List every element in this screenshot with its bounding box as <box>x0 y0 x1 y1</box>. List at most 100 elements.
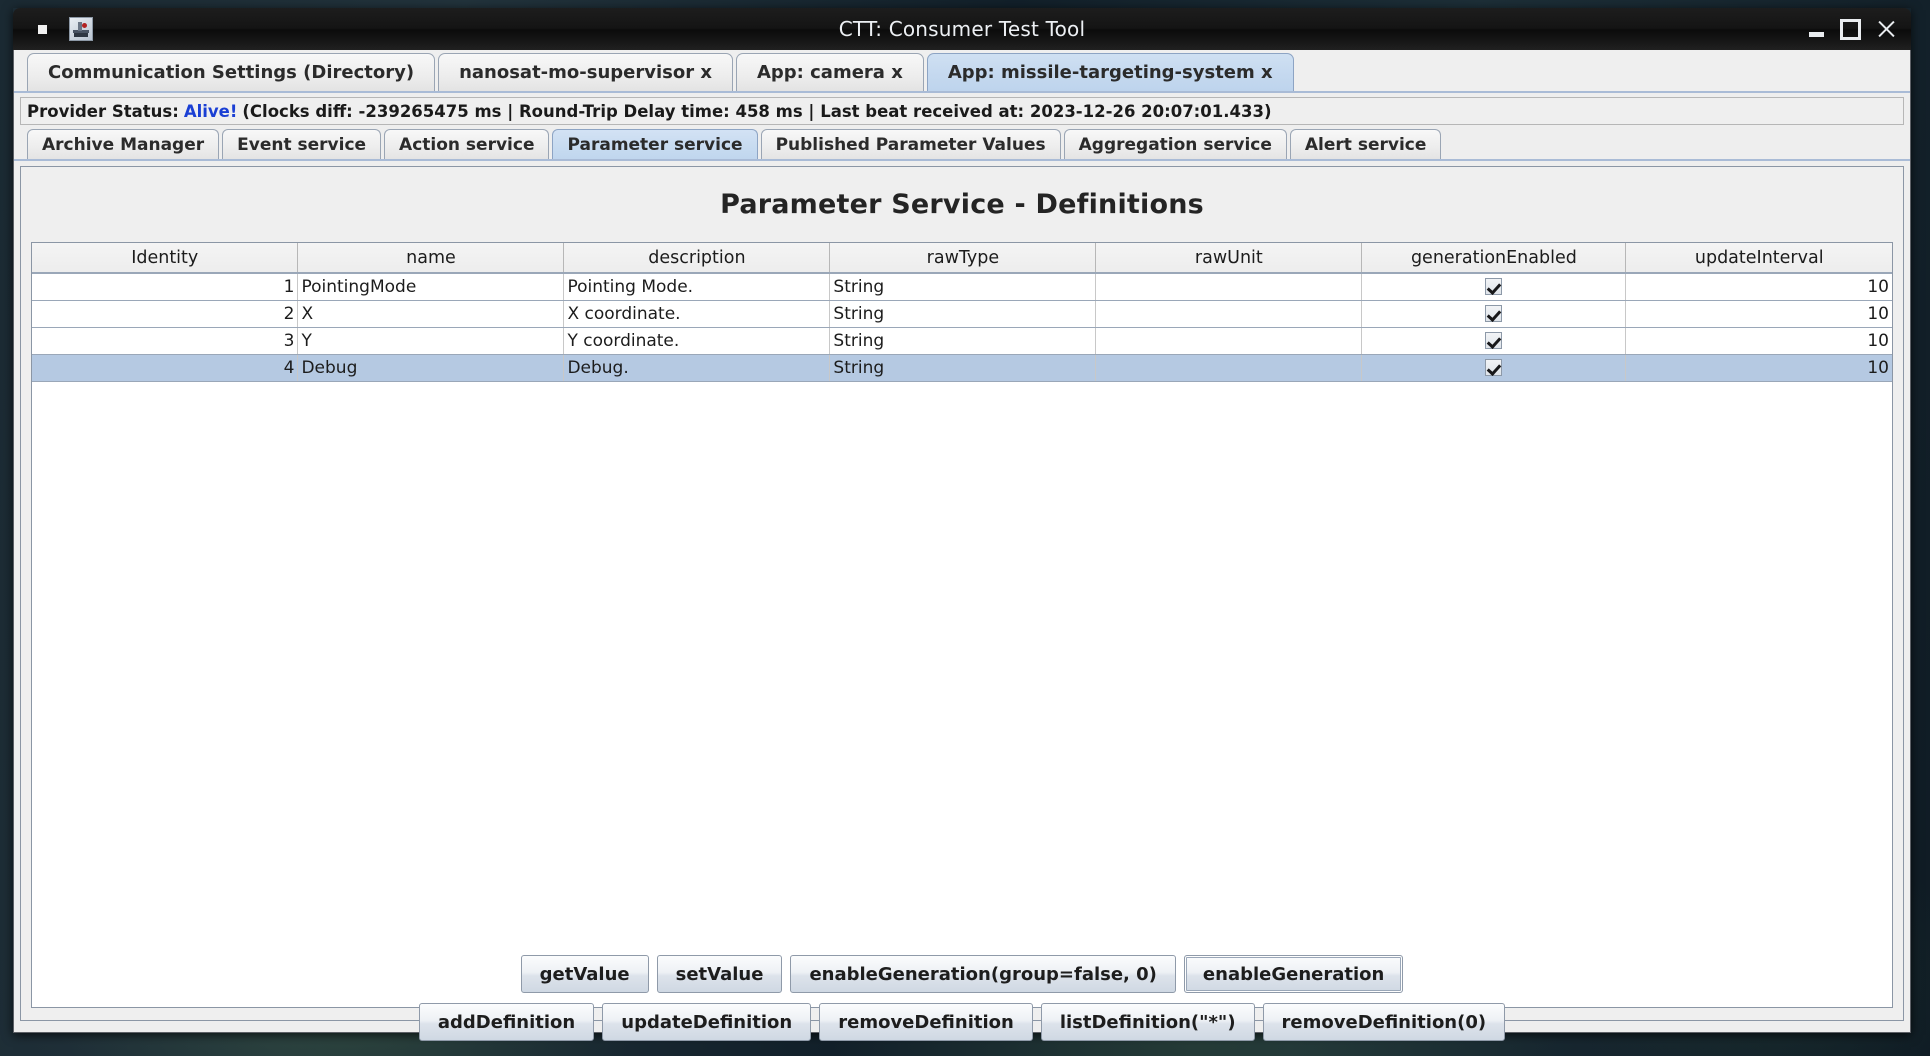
cell-name: X <box>297 300 565 328</box>
checkbox-checked-icon[interactable] <box>1485 305 1503 322</box>
column-header-rawtype[interactable]: rawType <box>829 243 1097 274</box>
enable-generation-button[interactable]: enableGeneration <box>1183 955 1404 993</box>
cell-rawunit <box>1095 327 1363 355</box>
remove-definition-button[interactable]: removeDefinition <box>819 1003 1033 1041</box>
enable-generation-group-button[interactable]: enableGeneration(group=false, 0) <box>790 955 1176 993</box>
cell-identity: 4 <box>32 354 299 382</box>
provider-status-details: (Clocks diff: -239265475 ms | Round-Trip… <box>242 101 1272 121</box>
tab-label: Communication Settings (Directory) <box>48 62 415 83</box>
window-titlebar[interactable]: CTT: Consumer Test Tool <box>13 8 1911 50</box>
cell-rawunit <box>1095 273 1363 301</box>
action-buttons: getValue setValue enableGeneration(group… <box>20 955 1904 1041</box>
window-menu-dot-icon <box>38 24 47 34</box>
column-header-rawunit[interactable]: rawUnit <box>1095 243 1363 274</box>
provider-status-state: Alive! <box>183 101 238 121</box>
cell-updateinterval: 10 <box>1625 354 1892 382</box>
action-buttons-row-1: getValue setValue enableGeneration(group… <box>20 955 1904 993</box>
cell-identity: 2 <box>32 300 299 328</box>
button-label: getValue <box>539 963 630 985</box>
tab-alert-service[interactable]: Alert service <box>1289 129 1442 159</box>
checkbox-checked-icon[interactable] <box>1485 278 1503 296</box>
app-icon <box>69 17 93 41</box>
tab-aggregation-service[interactable]: Aggregation service <box>1063 129 1287 159</box>
subtab-label: Action service <box>399 134 535 155</box>
button-label: addDefinition <box>437 1011 576 1033</box>
screen: CTT: Consumer Test Tool Communication Se… <box>0 0 1930 1056</box>
action-buttons-row-2: addDefinition updateDefinition removeDef… <box>20 1003 1904 1041</box>
cell-rawtype: String <box>829 300 1097 328</box>
tab-nanosat-mo-supervisor[interactable]: nanosat-mo-supervisor x <box>438 53 733 91</box>
parameter-definitions-table-container[interactable]: Identity name description rawType rawUni… <box>31 242 1893 1008</box>
get-value-button[interactable]: getValue <box>520 955 649 993</box>
tab-action-service[interactable]: Action service <box>384 129 550 159</box>
cell-name: Y <box>297 327 565 355</box>
tab-communication-settings[interactable]: Communication Settings (Directory) <box>27 53 436 91</box>
table-header-row: Identity name description rawType rawUni… <box>32 243 1892 274</box>
subtab-label: Archive Manager <box>42 134 205 155</box>
column-header-name[interactable]: name <box>297 243 565 274</box>
cell-identity: 1 <box>32 273 299 301</box>
ctt-application-window: CTT: Consumer Test Tool Communication Se… <box>13 8 1911 1041</box>
provider-status-bar: Provider Status: Alive! (Clocks diff: -2… <box>20 97 1904 125</box>
update-definition-button[interactable]: updateDefinition <box>602 1003 812 1041</box>
cell-updateinterval: 10 <box>1625 300 1892 328</box>
column-header-generationenabled[interactable]: generationEnabled <box>1361 243 1627 274</box>
tab-parameter-service[interactable]: Parameter service <box>552 129 758 159</box>
parameter-definitions-table: Identity name description rawType rawUni… <box>32 243 1892 382</box>
cell-description: Y coordinate. <box>563 327 831 355</box>
set-value-button[interactable]: setValue <box>656 955 783 993</box>
column-header-updateinterval[interactable]: updateInterval <box>1625 243 1892 274</box>
button-label: listDefinition("*") <box>1059 1011 1236 1033</box>
button-label: setValue <box>675 963 764 985</box>
subtab-label: Alert service <box>1304 134 1427 155</box>
page-title: Parameter Service - Definitions <box>720 189 1204 220</box>
button-label: removeDefinition <box>838 1011 1014 1033</box>
cell-updateinterval: 10 <box>1625 327 1892 355</box>
cell-identity: 3 <box>32 327 299 355</box>
cell-generationenabled[interactable] <box>1361 273 1627 301</box>
cell-generationenabled[interactable] <box>1361 354 1627 382</box>
tab-app-camera[interactable]: App: camera x <box>735 53 924 91</box>
minimize-icon[interactable] <box>1809 31 1824 37</box>
table-row[interactable]: 3 Y Y coordinate. String 10 <box>32 327 1892 355</box>
button-label: enableGeneration(group=false, 0) <box>809 963 1157 985</box>
checkbox-checked-icon[interactable] <box>1485 359 1503 376</box>
service-tabs: Archive Manager Event service Action ser… <box>14 128 1910 161</box>
checkbox-checked-icon[interactable] <box>1485 332 1503 349</box>
tab-label: App: camera x <box>756 62 903 83</box>
subtab-label: Event service <box>237 134 367 155</box>
list-definition-button[interactable]: listDefinition("*") <box>1040 1003 1255 1041</box>
button-label: enableGeneration <box>1202 963 1385 985</box>
cell-description: Pointing Mode. <box>563 273 831 301</box>
column-header-identity[interactable]: Identity <box>32 243 299 274</box>
close-icon[interactable] <box>1877 20 1895 38</box>
tab-app-missile-targeting-system[interactable]: App: missile-targeting-system x <box>926 53 1294 91</box>
table-row[interactable]: 1 PointingMode Pointing Mode. String 10 <box>32 273 1892 301</box>
button-label: updateDefinition <box>621 1011 793 1033</box>
table-row[interactable]: 2 X X coordinate. String 10 <box>32 300 1892 328</box>
table-row[interactable]: 4 Debug Debug. String 10 <box>32 354 1892 382</box>
cell-description: X coordinate. <box>563 300 831 328</box>
add-definition-button[interactable]: addDefinition <box>418 1003 595 1041</box>
cell-name: Debug <box>297 354 565 382</box>
cell-rawtype: String <box>829 354 1097 382</box>
window-title: CTT: Consumer Test Tool <box>838 17 1086 41</box>
cell-name: PointingMode <box>297 273 565 301</box>
cell-rawunit <box>1095 300 1363 328</box>
subtab-label: Parameter service <box>567 134 743 155</box>
cell-generationenabled[interactable] <box>1361 327 1627 355</box>
maximize-icon[interactable] <box>1840 18 1861 40</box>
subtab-label: Published Parameter Values <box>775 134 1046 155</box>
column-header-description[interactable]: description <box>563 243 831 274</box>
cell-updateinterval: 10 <box>1625 273 1892 301</box>
remove-definition-zero-button[interactable]: removeDefinition(0) <box>1262 1003 1506 1041</box>
cell-generationenabled[interactable] <box>1361 300 1627 328</box>
cell-rawtype: String <box>829 327 1097 355</box>
tab-published-parameter-values[interactable]: Published Parameter Values <box>760 129 1061 159</box>
provider-status-prefix: Provider Status: <box>27 101 179 121</box>
tab-label: App: missile-targeting-system x <box>947 62 1273 83</box>
cell-description: Debug. <box>563 354 831 382</box>
window-controls <box>1809 18 1895 40</box>
tab-archive-manager[interactable]: Archive Manager <box>27 129 220 159</box>
tab-event-service[interactable]: Event service <box>222 129 382 159</box>
